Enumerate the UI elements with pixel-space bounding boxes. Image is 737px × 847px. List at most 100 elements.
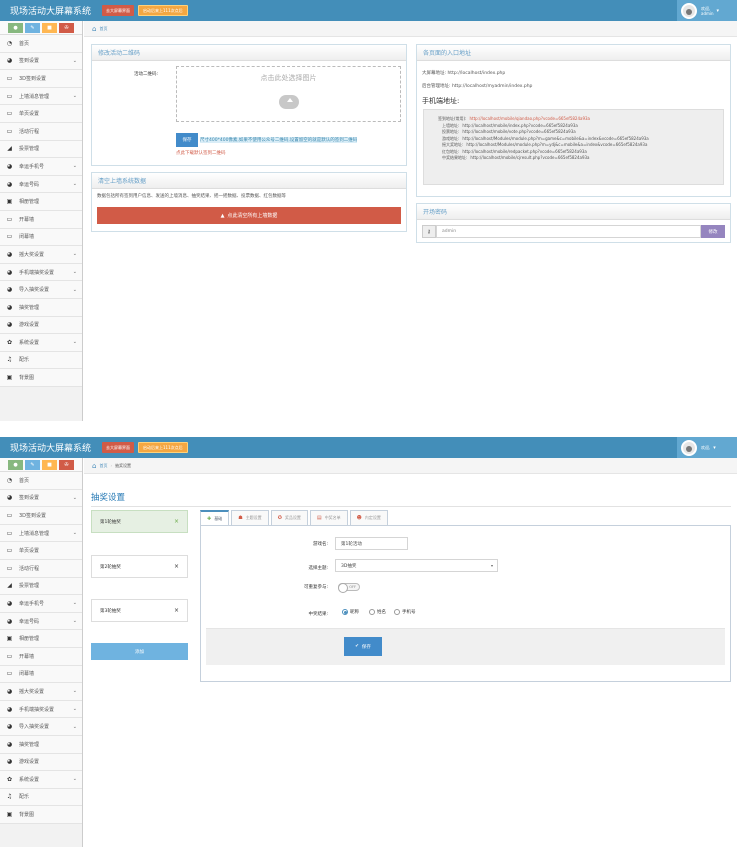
- sidebar-item[interactable]: ▭ 3D签到设置: [0, 70, 82, 88]
- sidebar-item[interactable]: ◕ 导入抽奖设置 ⌄: [0, 281, 82, 299]
- result-radio[interactable]: 昵称: [342, 609, 359, 615]
- cogs-icon[interactable]: ✇: [59, 22, 74, 33]
- sidebar-item[interactable]: ▭ 闭幕墙: [0, 228, 82, 247]
- change-password-button[interactable]: 修改: [701, 225, 725, 238]
- sidebar-item[interactable]: ♫ 配乐: [0, 351, 82, 370]
- round-card[interactable]: 第3轮抽奖 ×: [91, 599, 188, 622]
- close-icon[interactable]: ×: [174, 607, 179, 614]
- sidebar-item[interactable]: ◕ 游戏设置: [0, 753, 82, 772]
- address-url[interactable]: http://localhost/mobile/redpacket.php?vc…: [462, 149, 586, 154]
- award-icon: ✪: [277, 515, 282, 521]
- sidebar-item[interactable]: ▣ 背景图: [0, 369, 82, 387]
- sidebar-item[interactable]: ▭ 活动行程: [0, 122, 82, 141]
- hint-button[interactable]: 启动后来上111次点后: [138, 5, 188, 16]
- tab[interactable]: ☗ 主题设置: [231, 510, 269, 525]
- theme-select[interactable]: 3D抽奖 ▾: [335, 559, 498, 572]
- sidebar-item-label: 首页: [19, 477, 30, 484]
- sidebar-item[interactable]: ◕ 签到设置 ⌄: [0, 52, 82, 71]
- sidebar-item[interactable]: ▭ 单页设置: [0, 105, 82, 123]
- breadcrumb-home[interactable]: 首页: [99, 26, 107, 32]
- sidebar-item[interactable]: ◢ 投票管理: [0, 577, 82, 596]
- signal-icon[interactable]: ●: [8, 22, 23, 33]
- address-url[interactable]: http://localhost/mobile/qiandao.php?vcod…: [469, 116, 590, 121]
- app-title[interactable]: 现场活动大屏幕系统: [10, 441, 98, 454]
- sidebar-item[interactable]: ◕ 手机端抽奖设置 ⌄: [0, 700, 82, 719]
- sidebar-item[interactable]: ♫ 配乐: [0, 788, 82, 807]
- repeat-toggle[interactable]: OFF: [338, 583, 360, 593]
- goto-screen-button[interactable]: 去大屏幕界面: [102, 442, 134, 453]
- breadcrumb: ⌂ 首页: [84, 21, 737, 37]
- pencil-icon[interactable]: ✎: [25, 459, 40, 470]
- close-icon[interactable]: ×: [174, 563, 179, 570]
- tab[interactable]: ✪ 奖品设置: [270, 510, 308, 525]
- result-radio[interactable]: 手机号: [394, 609, 416, 615]
- round-card[interactable]: 第2轮抽奖 ×: [91, 555, 188, 578]
- sidebar-item[interactable]: ◕ 幸运手机号 ⌄: [0, 158, 82, 176]
- tab[interactable]: ☻ 内定设置: [349, 510, 388, 525]
- sidebar-item[interactable]: ◢ 投票管理: [0, 140, 82, 159]
- chevron-down-icon: ▾: [490, 563, 493, 568]
- hint-button[interactable]: 启动后来上111次点后: [138, 442, 188, 453]
- tab[interactable]: ▤ 中奖名单: [309, 510, 348, 525]
- sidebar-item[interactable]: ✿ 系统设置 ⌄: [0, 334, 82, 352]
- sidebar-item[interactable]: ▭ 3D签到设置: [0, 507, 82, 525]
- user-name: admin: [701, 10, 714, 16]
- sidebar-item-label: 幸运手机号: [19, 600, 45, 607]
- password-input[interactable]: admin: [436, 225, 701, 238]
- sidebar-item[interactable]: ◕ 导入抽奖设置 ⌄: [0, 718, 82, 736]
- group-icon[interactable]: ■: [42, 22, 57, 33]
- address-url[interactable]: http://localhost/mobile/index.php?vcode=…: [462, 123, 577, 128]
- user-menu[interactable]: 欢迎, ▾: [677, 437, 737, 458]
- result-radio[interactable]: 姓名: [369, 609, 386, 615]
- goto-screen-button[interactable]: 去大屏幕界面: [102, 5, 134, 16]
- sidebar-item[interactable]: ◕ 签到设置 ⌄: [0, 489, 82, 508]
- add-round-button[interactable]: 添加: [91, 643, 188, 660]
- sidebar-item[interactable]: ▭ 单页设置: [0, 542, 82, 560]
- address-url[interactable]: http://localhost/Modules/module.php?m=ga…: [462, 136, 648, 141]
- users-icon: ◕: [6, 180, 13, 188]
- sidebar-item[interactable]: ◕ 游戏设置: [0, 316, 82, 335]
- sidebar-item[interactable]: ▭ 闭幕墙: [0, 665, 82, 684]
- signal-icon[interactable]: ●: [8, 459, 23, 470]
- sidebar-item[interactable]: ▭ 活动行程: [0, 559, 82, 578]
- close-icon[interactable]: ×: [174, 518, 179, 525]
- sidebar-item[interactable]: ▣ 相册管理: [0, 193, 82, 211]
- sidebar-item[interactable]: ◔ 首页: [0, 472, 82, 490]
- address-url[interactable]: http://localhost/mobile/vote.php?vcode=6…: [462, 129, 575, 134]
- address-url[interactable]: http://localhost/mobile/cjresult.php?vco…: [470, 155, 589, 160]
- game-name-input[interactable]: 第1轮活动: [335, 537, 408, 550]
- user-menu[interactable]: 欢迎, admin ▾: [677, 0, 737, 21]
- sidebar-item[interactable]: ◕ 幸运号码 ⌄: [0, 612, 82, 631]
- qr-save-button[interactable]: 保存: [176, 133, 198, 147]
- tab[interactable]: ✚ 基础: [200, 510, 230, 526]
- save-button[interactable]: ✔ 保存: [344, 637, 382, 656]
- sidebar-item[interactable]: ◕ 手机端抽奖设置 ⌄: [0, 263, 82, 282]
- sidebar-item-label: 抽奖管理: [19, 741, 40, 748]
- sidebar-item[interactable]: ▭ 开幕墙: [0, 210, 82, 229]
- cogs-icon[interactable]: ✇: [59, 459, 74, 470]
- sidebar-item[interactable]: ◕ 幸运手机号 ⌄: [0, 595, 82, 613]
- sidebar-item[interactable]: ◕ 摇大奖设置 ⌄: [0, 246, 82, 264]
- picture-icon: ▣: [6, 635, 13, 643]
- clear-data-button[interactable]: ▲ 点此清空所有上墙数据: [97, 207, 401, 224]
- sidebar-item[interactable]: ◕ 摇大奖设置 ⌄: [0, 683, 82, 701]
- round-card[interactable]: 第1轮抽奖 ×: [91, 510, 188, 533]
- sidebar-item-label: 手机端抽奖设置: [19, 706, 55, 713]
- sidebar-item[interactable]: ▭ 上墙消息管理 ⌄: [0, 87, 82, 106]
- app-title[interactable]: 现场活动大屏幕系统: [10, 4, 98, 17]
- qr-default-download-link[interactable]: 点此下载默认签到二维码: [176, 150, 226, 156]
- sidebar-item[interactable]: ▭ 上墙消息管理 ⌄: [0, 524, 82, 543]
- sidebar-item[interactable]: ▭ 开幕墙: [0, 647, 82, 666]
- sidebar-item[interactable]: ◔ 首页: [0, 35, 82, 53]
- sidebar-item[interactable]: ▣ 相册管理: [0, 630, 82, 648]
- pencil-icon[interactable]: ✎: [25, 22, 40, 33]
- sidebar-item[interactable]: ◕ 抽奖管理: [0, 735, 82, 754]
- breadcrumb-home[interactable]: 首页: [99, 463, 107, 469]
- sidebar-item[interactable]: ▣ 背景图: [0, 806, 82, 824]
- qr-upload-area[interactable]: 点击此处选择图片: [176, 66, 401, 122]
- sidebar-item[interactable]: ◕ 幸运号码 ⌄: [0, 175, 82, 194]
- address-url[interactable]: http://localhost/Modules/module.php?m=yd…: [466, 142, 647, 147]
- sidebar-item[interactable]: ◕ 抽奖管理: [0, 298, 82, 317]
- group-icon[interactable]: ■: [42, 459, 57, 470]
- sidebar-item[interactable]: ✿ 系统设置 ⌄: [0, 771, 82, 789]
